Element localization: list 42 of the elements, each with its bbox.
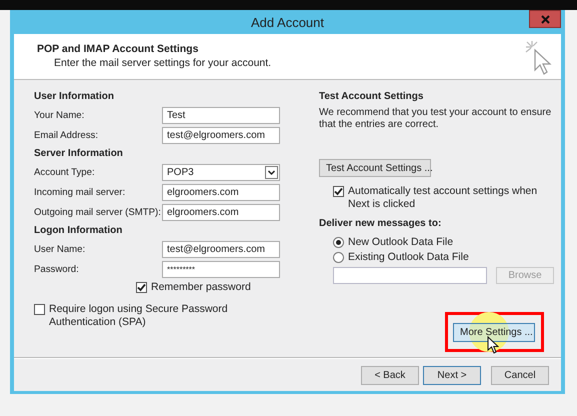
checkbox-label: Existing Outlook Data File <box>348 251 469 264</box>
checkbox[interactable] <box>136 282 147 293</box>
section-heading: Test Account Settings <box>319 90 424 104</box>
dialog-button[interactable]: Cancel <box>491 366 549 384</box>
checkbox-label: Remember password <box>151 281 251 294</box>
window-title: Add Account <box>251 14 324 30</box>
field-label: Password: <box>34 264 80 274</box>
radio-button[interactable] <box>333 252 344 263</box>
input-field[interactable]: elgroomers.com <box>162 184 280 200</box>
password-field[interactable]: ********* <box>162 260 280 278</box>
input-field[interactable]: Test <box>162 106 280 124</box>
pointer-sparkle-icon <box>525 40 552 75</box>
close-button[interactable] <box>529 10 561 28</box>
test-settings-button[interactable]: Test Account Settings ... <box>319 159 431 177</box>
dialog-button[interactable]: Next > <box>423 366 481 384</box>
field-label: Account Type: <box>34 166 96 178</box>
close-icon <box>540 14 550 24</box>
radio-button[interactable] <box>333 237 344 248</box>
field-label: Incoming mail server: <box>34 186 126 198</box>
input-field[interactable]: test@elgroomers.com <box>162 240 280 258</box>
section-heading: User Information <box>34 90 114 104</box>
checkbox[interactable] <box>333 186 344 197</box>
field-label: Outgoing mail server (SMTP): <box>34 206 162 218</box>
path-field[interactable] <box>333 267 487 284</box>
section-heading: Deliver new messages to: <box>319 217 442 231</box>
dialog-button[interactable]: < Back <box>361 366 419 384</box>
checkbox-label: Require logon using Secure Password Authentication (SPA) <box>49 303 229 329</box>
description-text: We recommend that you test your account to ensure that the entries are correct. <box>319 107 552 131</box>
checkbox-label: Automatically test account settings when Next is clicked <box>348 185 538 211</box>
input-field[interactable]: test@elgroomers.com <box>162 126 280 144</box>
field-label: User Name: <box>34 244 86 254</box>
checkbox[interactable] <box>34 304 45 315</box>
pointer-icon <box>488 336 499 354</box>
section-heading: Server Information <box>34 147 123 161</box>
field-label: Your Name: <box>34 110 86 120</box>
section-title: POP and IMAP Account Settings <box>37 43 200 55</box>
section-subtitle: Enter the mail server settings for your account. <box>54 57 272 69</box>
field-label: Email Address: <box>34 130 99 140</box>
input-field[interactable]: elgroomers.com <box>162 204 280 220</box>
dropdown[interactable]: POP3 <box>162 164 280 180</box>
checkbox-label: New Outlook Data File <box>348 236 454 249</box>
section-heading: Logon Information <box>34 224 122 238</box>
